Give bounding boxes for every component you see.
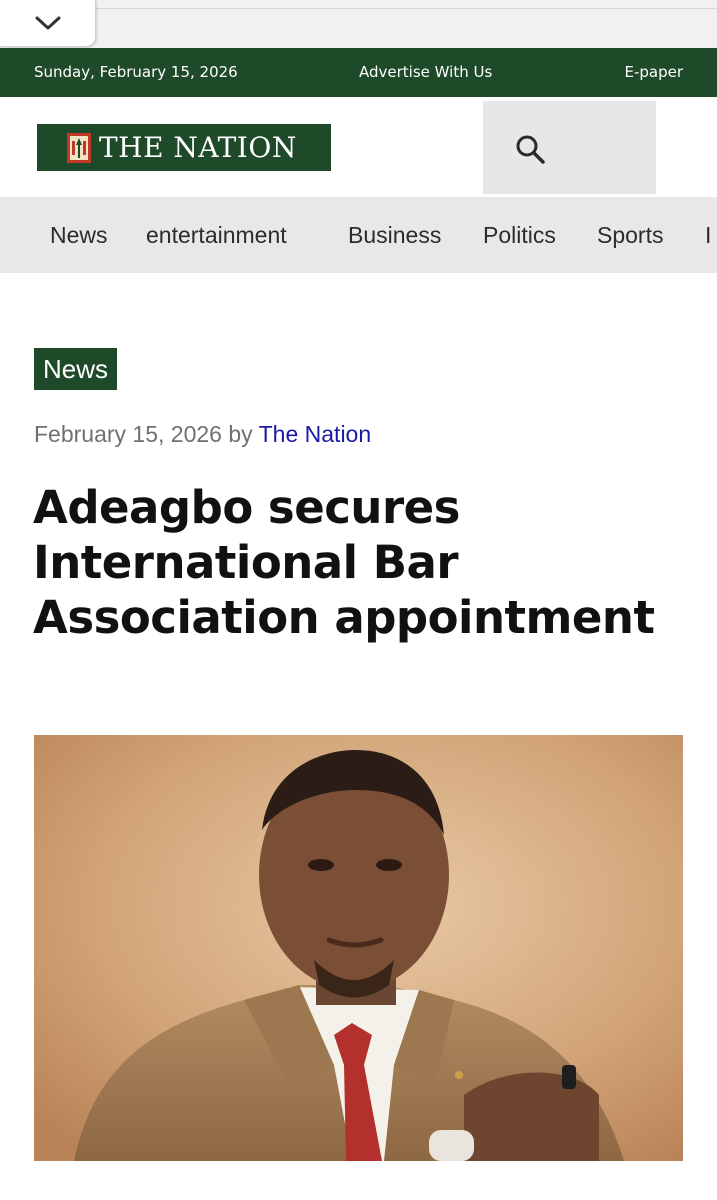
article-photo[interactable] [34, 735, 683, 1161]
portrait-illustration [34, 735, 683, 1161]
site-logo[interactable]: THE NATION [37, 124, 331, 171]
search-icon [516, 135, 545, 164]
browser-top-strip [0, 0, 717, 48]
nav-item-news[interactable]: News [50, 222, 108, 249]
nav-item-entertainment[interactable]: entertainment [146, 222, 287, 249]
nav-item-truncated[interactable]: I [705, 222, 711, 249]
browser-divider [96, 8, 717, 9]
nav-item-business[interactable]: Business [348, 222, 441, 249]
article-headline: Adeagbo secures International Bar Associ… [33, 481, 655, 644]
category-badge[interactable]: News [34, 348, 118, 390]
author-link[interactable]: The Nation [259, 421, 372, 447]
advertise-link[interactable]: Advertise With Us [359, 63, 492, 81]
nation-emblem-icon [67, 132, 91, 163]
search-button[interactable] [483, 101, 656, 194]
epaper-link[interactable]: E-paper [624, 63, 683, 81]
article-meta: February 15, 2026 by The Nation [34, 421, 371, 448]
site-header: THE NATION [0, 97, 717, 197]
chevron-down-icon [35, 16, 60, 30]
main-navigation: News entertainment Business Politics Spo… [0, 197, 717, 273]
current-date: Sunday, February 15, 2026 [34, 63, 238, 81]
top-info-bar: Sunday, February 15, 2026 Advertise With… [0, 48, 717, 97]
collapse-toolbar-button[interactable] [0, 0, 96, 47]
article-date: February 15, 2026 [34, 421, 222, 447]
nav-item-politics[interactable]: Politics [483, 222, 556, 249]
by-label: by [228, 421, 253, 447]
nav-item-sports[interactable]: Sports [597, 222, 663, 249]
logo-wordmark: THE NATION [99, 131, 297, 164]
